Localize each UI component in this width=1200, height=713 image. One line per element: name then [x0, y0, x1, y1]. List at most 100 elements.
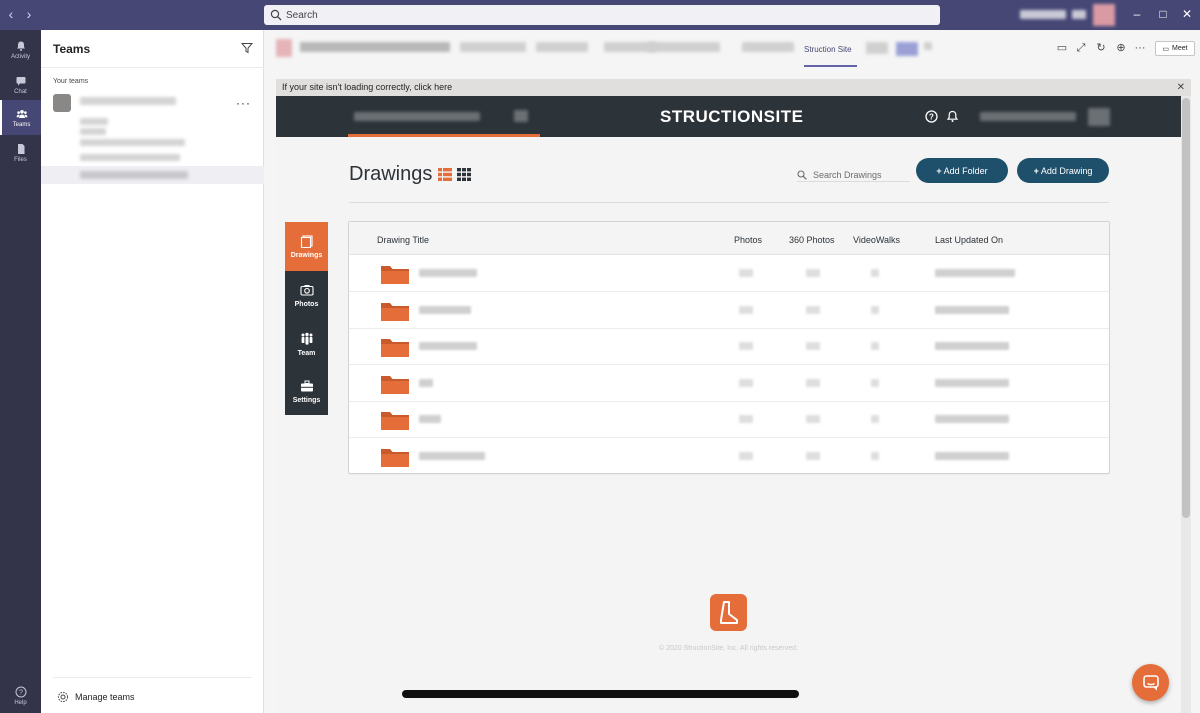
- bell-icon[interactable]: [946, 110, 959, 123]
- tab-redacted[interactable]: [866, 42, 888, 54]
- drawing-title-redacted[interactable]: [419, 415, 441, 424]
- team-avatar[interactable]: [53, 94, 71, 112]
- search-drawings-input[interactable]: Search Drawings: [797, 168, 910, 182]
- manage-teams-button[interactable]: Manage teams: [57, 691, 135, 703]
- meet-button[interactable]: ▭ Meet: [1155, 41, 1195, 56]
- app-rail: Activity Chat Teams Files ? Help: [0, 30, 41, 713]
- tab-redacted[interactable]: [460, 42, 526, 52]
- file-icon: [17, 144, 24, 154]
- team-name-redacted[interactable]: [80, 97, 176, 105]
- conversation-icon[interactable]: ▭: [1056, 42, 1068, 54]
- project-name-redacted[interactable]: [354, 112, 480, 121]
- add-drawing-label: Add Drawing: [1040, 165, 1093, 176]
- divider: [41, 67, 264, 68]
- forward-arrow-icon[interactable]: ›: [21, 6, 37, 22]
- table-row[interactable]: [349, 438, 1109, 475]
- channel-redacted[interactable]: [80, 154, 180, 161]
- rail-item-teams[interactable]: Teams: [0, 100, 41, 135]
- drawing-title-redacted[interactable]: [419, 269, 477, 278]
- drawing-title-redacted[interactable]: [419, 342, 477, 351]
- rail-item-chat[interactable]: Chat: [0, 68, 41, 102]
- video-icon: ▭: [1162, 45, 1170, 53]
- user-name-redacted[interactable]: [980, 112, 1076, 121]
- more-options-icon[interactable]: ···: [236, 96, 251, 110]
- side-item-drawings[interactable]: Drawings: [285, 222, 328, 271]
- rail-label: Help: [14, 700, 27, 706]
- channel-avatar-redacted: [276, 39, 292, 57]
- gear-icon: [57, 691, 69, 703]
- expand-icon[interactable]: ⤢: [1075, 42, 1087, 54]
- horizontal-scrollbar[interactable]: [402, 690, 799, 698]
- close-icon[interactable]: ✕: [1180, 7, 1194, 21]
- channel-redacted[interactable]: [80, 139, 185, 146]
- tab-redacted[interactable]: [896, 42, 918, 56]
- globe-icon[interactable]: ⊕: [1115, 42, 1127, 54]
- vertical-scrollbar[interactable]: [1181, 96, 1191, 713]
- drawing-title-redacted[interactable]: [419, 452, 485, 461]
- tab-struction-site[interactable]: Struction Site: [804, 45, 852, 54]
- bell-icon: [16, 41, 25, 51]
- drawing-title-redacted[interactable]: [419, 305, 471, 315]
- 360-photos-count-redacted: [806, 305, 820, 315]
- your-teams-label: Your teams: [53, 78, 89, 85]
- tab-redacted[interactable]: [742, 42, 794, 52]
- manage-teams-label: Manage teams: [75, 692, 135, 702]
- rail-label: Files: [14, 157, 27, 163]
- folder-icon: [381, 375, 409, 394]
- drawing-title-redacted[interactable]: [419, 378, 433, 388]
- table-row[interactable]: [349, 328, 1109, 366]
- plus-icon: +: [936, 165, 942, 176]
- table-row[interactable]: [349, 365, 1109, 402]
- column-header-360-photos[interactable]: 360 Photos: [789, 235, 835, 245]
- site-nav-bar: STRUCTIONSITE ?: [276, 96, 1191, 137]
- filter-icon[interactable]: [241, 42, 253, 54]
- project-switch-redacted[interactable]: [514, 110, 528, 122]
- structionsite-boot-logo: [710, 594, 747, 631]
- 360-photos-count-redacted: [806, 415, 820, 424]
- toolbox-icon: [300, 380, 313, 392]
- notice-text: If your site isn't loading correctly, cl…: [282, 82, 453, 92]
- videowalks-count-redacted: [871, 452, 879, 461]
- column-header-title[interactable]: Drawing Title: [377, 235, 429, 245]
- tab-redacted[interactable]: [536, 42, 588, 52]
- side-item-photos[interactable]: Photos: [285, 271, 328, 320]
- avatar[interactable]: [1088, 108, 1110, 126]
- table-row[interactable]: [349, 255, 1109, 292]
- help-icon[interactable]: ?: [925, 110, 938, 123]
- channel-redacted[interactable]: [80, 128, 106, 135]
- column-header-last-updated[interactable]: Last Updated On: [935, 235, 1003, 245]
- more-options-icon[interactable]: ···: [1134, 42, 1146, 54]
- rail-item-files[interactable]: Files: [0, 136, 41, 170]
- rail-item-help[interactable]: ? Help: [0, 679, 41, 713]
- scrollbar-thumb[interactable]: [1182, 98, 1190, 518]
- column-header-videowalks[interactable]: VideoWalks: [853, 235, 900, 245]
- rail-item-activity[interactable]: Activity: [0, 33, 41, 67]
- table-row[interactable]: [349, 292, 1109, 329]
- 360-photos-count-redacted: [806, 342, 820, 351]
- tab-redacted[interactable]: [648, 42, 720, 52]
- table-row[interactable]: [349, 401, 1109, 439]
- close-icon[interactable]: ✕: [1177, 79, 1185, 96]
- refresh-icon[interactable]: ↻: [1095, 42, 1107, 54]
- channel-redacted[interactable]: [80, 118, 108, 125]
- add-folder-button[interactable]: + Add Folder: [916, 158, 1008, 183]
- add-drawing-button[interactable]: + Add Drawing: [1017, 158, 1109, 183]
- side-item-team[interactable]: Team: [285, 320, 328, 369]
- avatar[interactable]: [1093, 4, 1115, 26]
- active-tab-indicator: [804, 65, 857, 67]
- channel-redacted[interactable]: [80, 171, 188, 179]
- grid-view-icon[interactable]: [457, 168, 471, 181]
- site-loading-notice[interactable]: If your site isn't loading correctly, cl…: [276, 79, 1191, 96]
- list-view-icon[interactable]: [438, 168, 452, 181]
- search-input[interactable]: Search: [264, 5, 940, 25]
- back-arrow-icon[interactable]: ‹: [3, 6, 19, 22]
- column-header-photos[interactable]: Photos: [734, 235, 762, 245]
- maximize-icon[interactable]: □: [1156, 7, 1170, 21]
- last-updated-redacted: [935, 342, 1009, 351]
- photos-count-redacted: [739, 342, 753, 351]
- teams-panel: Teams Your teams ··· Manage teams: [41, 30, 264, 713]
- side-item-settings[interactable]: Settings: [285, 367, 328, 416]
- tab-redacted[interactable]: [924, 42, 932, 50]
- minimize-icon[interactable]: –: [1130, 7, 1144, 21]
- chat-support-button[interactable]: [1132, 664, 1169, 701]
